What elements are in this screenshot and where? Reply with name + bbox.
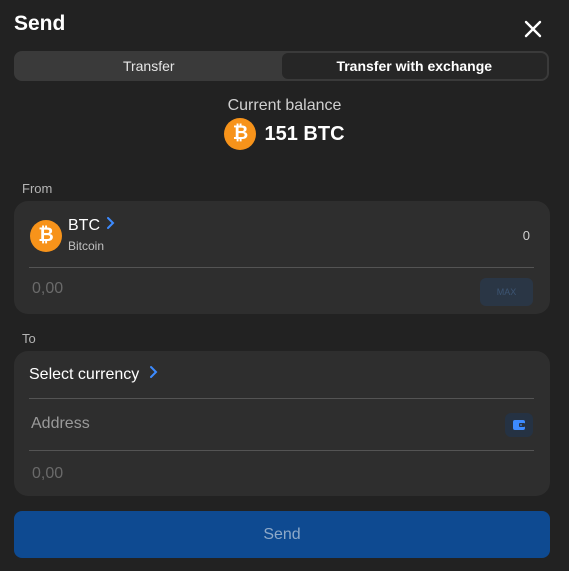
from-amount-input[interactable] [30,279,434,299]
address-input[interactable] [29,414,473,434]
close-icon[interactable] [521,17,545,41]
select-currency-button[interactable]: Select currency [29,365,159,384]
divider [29,450,534,451]
bitcoin-icon: ₿ [30,220,62,252]
balance-amount: 151 BTC [264,122,345,145]
tab-transfer-with-exchange[interactable]: Transfer with exchange [281,53,547,79]
balance-row: ₿ 151 BTC [0,118,569,150]
max-button[interactable]: MAX [480,278,533,306]
chevron-right-icon [149,365,159,384]
chevron-right-icon [106,216,116,235]
from-card: ₿ BTC Bitcoin 0 MAX [14,201,550,314]
tab-transfer[interactable]: Transfer [16,53,282,79]
wallet-icon[interactable] [505,413,533,437]
dialog-title: Send [14,12,66,35]
divider [29,267,534,268]
to-card: Select currency [14,351,550,496]
from-coin-selector[interactable]: BTC [68,216,116,235]
coin-ticker: BTC [68,216,100,234]
select-currency-label: Select currency [29,365,140,383]
from-label: From [22,181,53,196]
send-dialog: Send Transfer Transfer with exchange Cur… [0,0,569,571]
send-button[interactable]: Send [14,511,550,558]
to-label: To [22,331,36,346]
balance-label: Current balance [227,97,342,114]
coin-available-amount: 0 [522,228,530,243]
to-amount-input[interactable] [30,464,434,484]
divider [29,398,534,399]
bitcoin-icon: ₿ [224,118,257,150]
coin-name: Bitcoin [68,239,105,253]
transfer-mode-tabs: Transfer Transfer with exchange [14,51,549,81]
